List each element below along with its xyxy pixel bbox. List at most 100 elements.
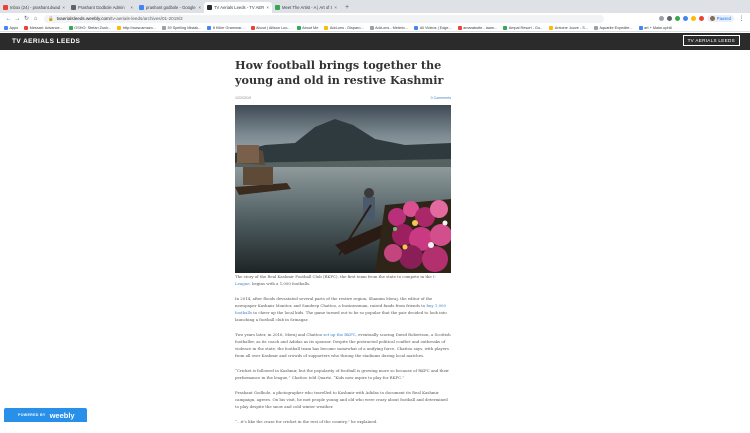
- browser-tab[interactable]: Meet The Artist - A | Art of Su ×: [272, 2, 340, 13]
- bookmark-favicon-icon: [457, 25, 462, 30]
- tab-favicon-icon: [71, 5, 76, 10]
- header-nav-button[interactable]: TV AERIALS LEEDS: [682, 35, 740, 46]
- post-hero-image: [235, 105, 451, 273]
- bookmark-item[interactable]: art + Make.uphill: [638, 25, 672, 30]
- extension-icon[interactable]: [674, 16, 680, 21]
- close-icon[interactable]: ×: [198, 5, 201, 10]
- bookmark-item[interactable]: Apps: [4, 25, 19, 30]
- bookmark-favicon-icon: [24, 25, 29, 30]
- tab-favicon-icon: [139, 5, 144, 10]
- bookmark-item[interactable]: Antoine Jouve - S...: [549, 25, 588, 30]
- bookmark-favicon-icon: [414, 25, 419, 30]
- bookmark-label: Antoine Jouve - S...: [554, 25, 588, 30]
- tab-label: TV Aerials Leeds - TV AERIAL: [214, 5, 265, 10]
- extension-icon[interactable]: [682, 16, 688, 21]
- close-icon[interactable]: ×: [334, 5, 337, 10]
- close-icon[interactable]: ×: [266, 5, 269, 10]
- bookmark-item[interactable]: amarabutte - iaam...: [457, 25, 497, 30]
- paragraph: In 2014, after floods devastated several…: [235, 295, 451, 323]
- bookmark-label: Add-ons - Disparo...: [329, 25, 364, 30]
- back-icon[interactable]: ←: [4, 16, 13, 22]
- bookmark-favicon-icon: [296, 25, 301, 30]
- bookmark-label: 39 Spelling Mistak...: [167, 25, 202, 30]
- powered-by-label: POWERED BY: [18, 413, 46, 417]
- extension-icon[interactable]: [690, 16, 696, 21]
- bookmark-item[interactable]: Aquarite Expedite...: [593, 25, 633, 30]
- bookmark-favicon-icon: [161, 25, 166, 30]
- tab-label: Inbox (24) - prashant.dwadik: [10, 5, 61, 10]
- weebly-badge[interactable]: POWERED BY weebly: [4, 408, 87, 422]
- url-domain: tvaerialsleeds.weebly.com: [56, 16, 110, 21]
- tab-label: prashant godbole - Google Se: [146, 5, 197, 10]
- bookmark-item[interactable]: About | Allison Loo...: [250, 25, 291, 30]
- close-icon[interactable]: ×: [130, 5, 133, 10]
- browser-tab-strip: Inbox (24) - prashant.dwadik × Prashant Go…: [0, 0, 750, 13]
- paragraph-text: Two years later, in 2016, Meraj and Chat…: [235, 332, 324, 337]
- bookmark-favicon-icon: [503, 25, 508, 30]
- bookmark-item[interactable]: Add-ons - Disparo...: [324, 25, 364, 30]
- post-title[interactable]: How football brings together the young a…: [235, 58, 451, 88]
- url-path: /tv-aerials-leeds/archives/01-2019/2: [109, 16, 183, 21]
- post-meta: 1/22/2019 0 Comments: [235, 96, 451, 100]
- bookmark-item[interactable]: http://www.amazo...: [117, 25, 156, 30]
- bookmark-item[interactable]: Messari: Advance...: [24, 25, 63, 30]
- browser-tab[interactable]: Prashant Godbole Admin ×: [68, 2, 136, 13]
- menu-icon[interactable]: ⋮: [737, 15, 746, 22]
- bookmark-item[interactable]: 39 Spelling Mistak...: [161, 25, 202, 30]
- bookmarks-bar: Apps Messari: Advance... OSHO: Stefan Zush…: [0, 24, 750, 32]
- address-bar[interactable]: 🔒 tvaerialsleeds.weebly.com/tv-aerials-l…: [44, 14, 604, 23]
- bookmark-item[interactable]: 8 Killer Grammar...: [207, 25, 245, 30]
- bookmark-favicon-icon: [324, 25, 329, 30]
- bookmark-item[interactable]: All Videos | Edge...: [414, 25, 452, 30]
- bookmark-item[interactable]: Add-ons - Meteric...: [369, 25, 409, 30]
- bookmark-item[interactable]: OSHO: Stefan Zush...: [68, 25, 112, 30]
- comments-link[interactable]: 0 Comments: [431, 96, 451, 100]
- home-icon[interactable]: ⌂: [31, 16, 40, 22]
- bookmark-favicon-icon: [207, 25, 212, 30]
- paragraph: The story of the Real Kashmir Football C…: [235, 273, 451, 287]
- reload-icon[interactable]: ↻: [22, 15, 31, 22]
- star-icon[interactable]: [658, 16, 664, 21]
- browser-tab[interactable]: Inbox (24) - prashant.dwadik ×: [0, 2, 68, 13]
- bookmark-favicon-icon: [4, 25, 8, 30]
- tab-favicon-icon: [275, 5, 280, 10]
- paragraph-text: In 2014, after floods devastated several…: [235, 296, 433, 308]
- tab-label: Meet The Artist - A | Art of Su: [282, 5, 333, 10]
- bookmark-favicon-icon: [369, 25, 374, 30]
- bookmark-label: http://www.amazo...: [122, 25, 156, 30]
- bookmark-label: All Videos | Edge...: [419, 25, 452, 30]
- paragraph: Prashant Godbole, a photographer who tra…: [235, 390, 448, 409]
- blog-post: How football brings together the young a…: [235, 58, 451, 433]
- site-title[interactable]: TV AERIALS LEEDS: [12, 38, 80, 45]
- tab-favicon-icon: [207, 5, 212, 10]
- tab-label: Prashant Godbole Admin: [78, 5, 125, 10]
- bookmark-label: About | Allison Loo...: [256, 25, 291, 30]
- bookmark-favicon-icon: [68, 25, 73, 30]
- extension-icon[interactable]: [698, 16, 704, 21]
- rkfc-link[interactable]: set up the RKFC: [323, 332, 355, 337]
- weebly-logo: weebly: [49, 410, 75, 420]
- bookmark-label: Ampal Resort - Go...: [508, 25, 544, 30]
- close-icon[interactable]: ×: [62, 5, 65, 10]
- bookmark-item[interactable]: About Me: [296, 25, 319, 30]
- bookmark-label: About Me: [302, 25, 319, 30]
- browser-tab[interactable]: prashant godbole - Google Se ×: [136, 2, 204, 13]
- bookmark-label: OSHO: Stefan Zush...: [74, 25, 112, 30]
- extension-icon[interactable]: [666, 16, 672, 21]
- new-tab-button[interactable]: +: [340, 2, 354, 13]
- bookmark-favicon-icon: [593, 25, 598, 30]
- bookmark-favicon-icon: [250, 25, 255, 30]
- kashmir-lake-photo: [235, 105, 451, 273]
- forward-icon[interactable]: →: [13, 16, 22, 22]
- bookmark-item[interactable]: Ampal Resort - Go...: [503, 25, 544, 30]
- lock-icon: 🔒: [48, 15, 54, 21]
- paragraph: Two years later, in 2016, Meraj and Chat…: [235, 331, 451, 359]
- bookmark-label: 8 Killer Grammar...: [212, 25, 245, 30]
- bookmark-label: Add-ons - Meteric...: [375, 25, 409, 30]
- profile-button[interactable]: Paused: [706, 15, 734, 22]
- bookmark-label: Apps: [9, 25, 19, 30]
- bookmark-favicon-icon: [117, 25, 122, 30]
- browser-tab[interactable]: TV Aerials Leeds - TV AERIAL×: [204, 2, 272, 13]
- browser-toolbar: ← → ↻ ⌂ 🔒 tvaerialsleeds.weebly.com/tv-a…: [0, 13, 750, 24]
- paused-label: Paused: [716, 16, 731, 21]
